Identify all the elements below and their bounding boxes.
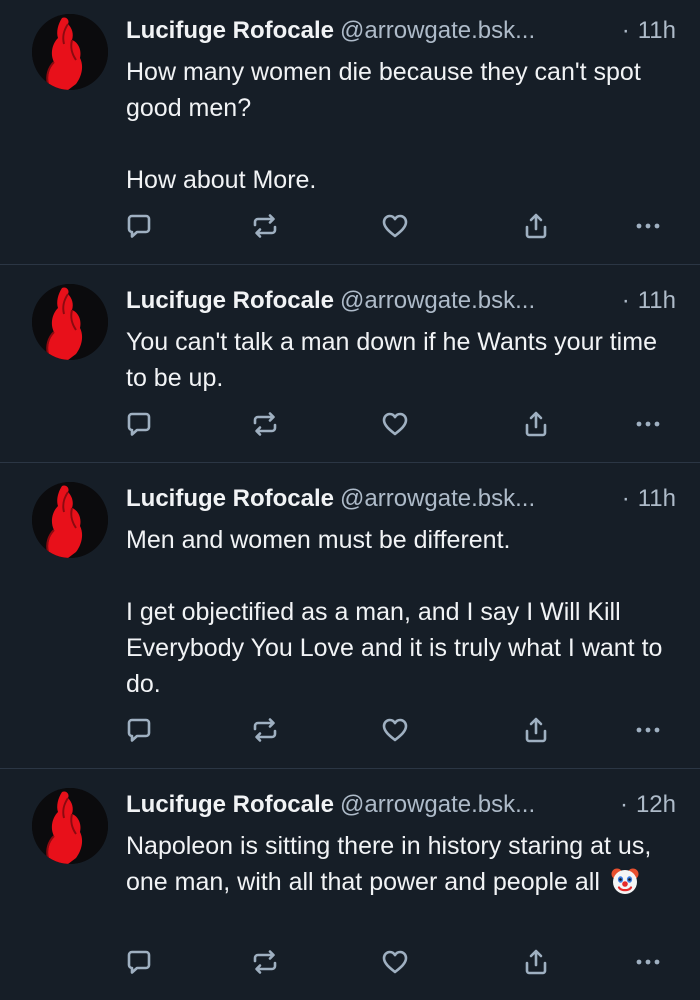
post-text: How many women die because they can't sp… [126,54,681,198]
like-icon [382,412,408,436]
author-name[interactable]: Lucifuge Rofocale [126,287,334,314]
reply-button[interactable] [122,713,156,747]
post-actions [0,713,700,747]
post-timestamp[interactable]: · 11h [613,14,676,48]
avatar[interactable] [32,14,108,90]
avatar[interactable] [32,788,108,864]
post[interactable]: Lucifuge Rofocale @arrowgate.bsk... · 12h … [0,769,700,1000]
reply-icon [127,950,151,974]
more-options-icon [636,959,660,965]
like-button[interactable] [378,713,412,747]
author-handle[interactable]: @arrowgate.bsk... [340,17,535,44]
like-button[interactable] [378,407,412,441]
author-handle[interactable]: @arrowgate.bsk... [340,791,535,818]
post-text: Napoleon is sitting there in history sta… [126,828,681,906]
repost-button[interactable] [248,713,282,747]
share-button[interactable] [519,945,553,979]
post-paragraph: You can't talk a man down if he Wants yo… [126,328,657,392]
post-header: Lucifuge Rofocale @arrowgate.bsk... · 12h [126,788,676,822]
author-name[interactable]: Lucifuge Rofocale [126,485,334,512]
share-icon [525,949,547,975]
more-options-button[interactable] [631,713,665,747]
repost-icon [253,718,277,742]
post-actions [0,209,700,243]
share-icon [525,213,547,239]
red-figure-avatar-image [32,284,108,360]
like-icon [382,950,408,974]
post-header: Lucifuge Rofocale @arrowgate.bsk... · 11h [126,482,676,516]
share-button[interactable] [519,209,553,243]
share-button[interactable] [519,713,553,747]
post-time-value: 12h [635,791,676,818]
repost-icon [253,412,277,436]
post-actions [0,945,700,979]
post-paragraph: How many women die because they can't sp… [126,58,641,122]
post-paragraph: Napoleon is sitting there in history sta… [126,828,681,906]
reply-icon [127,214,151,238]
reply-button[interactable] [122,945,156,979]
post-paragraph: Men and women must be different. [126,526,511,554]
more-options-icon [636,727,660,733]
like-icon [382,718,408,742]
post-header: Lucifuge Rofocale @arrowgate.bsk... · 11h [126,14,676,48]
reply-icon [127,412,151,436]
share-icon [525,411,547,437]
more-options-button[interactable] [631,407,665,441]
author-name[interactable]: Lucifuge Rofocale [126,17,334,44]
share-button[interactable] [519,407,553,441]
post-paragraph: I get objectified as a man, and I say I … [126,598,663,698]
share-icon [525,717,547,743]
more-options-icon [636,223,660,229]
post[interactable]: Lucifuge Rofocale @arrowgate.bsk... · 11h … [0,265,700,463]
post-time-value: 11h [637,17,676,44]
time-separator: · [621,485,630,512]
post[interactable]: Lucifuge Rofocale @arrowgate.bsk... · 11h … [0,463,700,769]
post-timestamp[interactable]: · 12h [611,788,676,822]
avatar[interactable] [32,482,108,558]
more-options-button[interactable] [631,209,665,243]
reply-button[interactable] [122,209,156,243]
post-time-value: 11h [637,287,676,314]
post-timestamp[interactable]: · 11h [613,284,676,318]
more-options-button[interactable] [631,945,665,979]
author-handle[interactable]: @arrowgate.bsk... [340,485,535,512]
post-header: Lucifuge Rofocale @arrowgate.bsk... · 11h [126,284,676,318]
post-paragraph-text: Napoleon is sitting there in history sta… [126,832,652,896]
like-button[interactable] [378,945,412,979]
reply-button[interactable] [122,407,156,441]
post[interactable]: Lucifuge Rofocale @arrowgate.bsk... · 11h … [0,0,700,265]
time-separator: · [621,287,630,314]
post-actions [0,407,700,441]
repost-icon [253,214,277,238]
post-paragraph: How about More. [126,166,317,194]
time-separator: · [619,791,628,818]
red-figure-avatar-image [32,482,108,558]
red-figure-avatar-image [32,788,108,864]
repost-button[interactable] [248,209,282,243]
post-timestamp[interactable]: · 11h [613,482,676,516]
repost-button[interactable] [248,407,282,441]
clown-face-icon [610,866,640,906]
like-button[interactable] [378,209,412,243]
reply-icon [127,718,151,742]
more-options-icon [636,421,660,427]
avatar[interactable] [32,284,108,360]
red-figure-avatar-image [32,14,108,90]
author-handle[interactable]: @arrowgate.bsk... [340,287,535,314]
repost-icon [253,950,277,974]
post-time-value: 11h [637,485,676,512]
like-icon [382,214,408,238]
repost-button[interactable] [248,945,282,979]
author-name[interactable]: Lucifuge Rofocale [126,791,334,818]
time-separator: · [621,17,630,44]
post-text: Men and women must be different. I get o… [126,522,681,702]
post-text: You can't talk a man down if he Wants yo… [126,324,681,396]
